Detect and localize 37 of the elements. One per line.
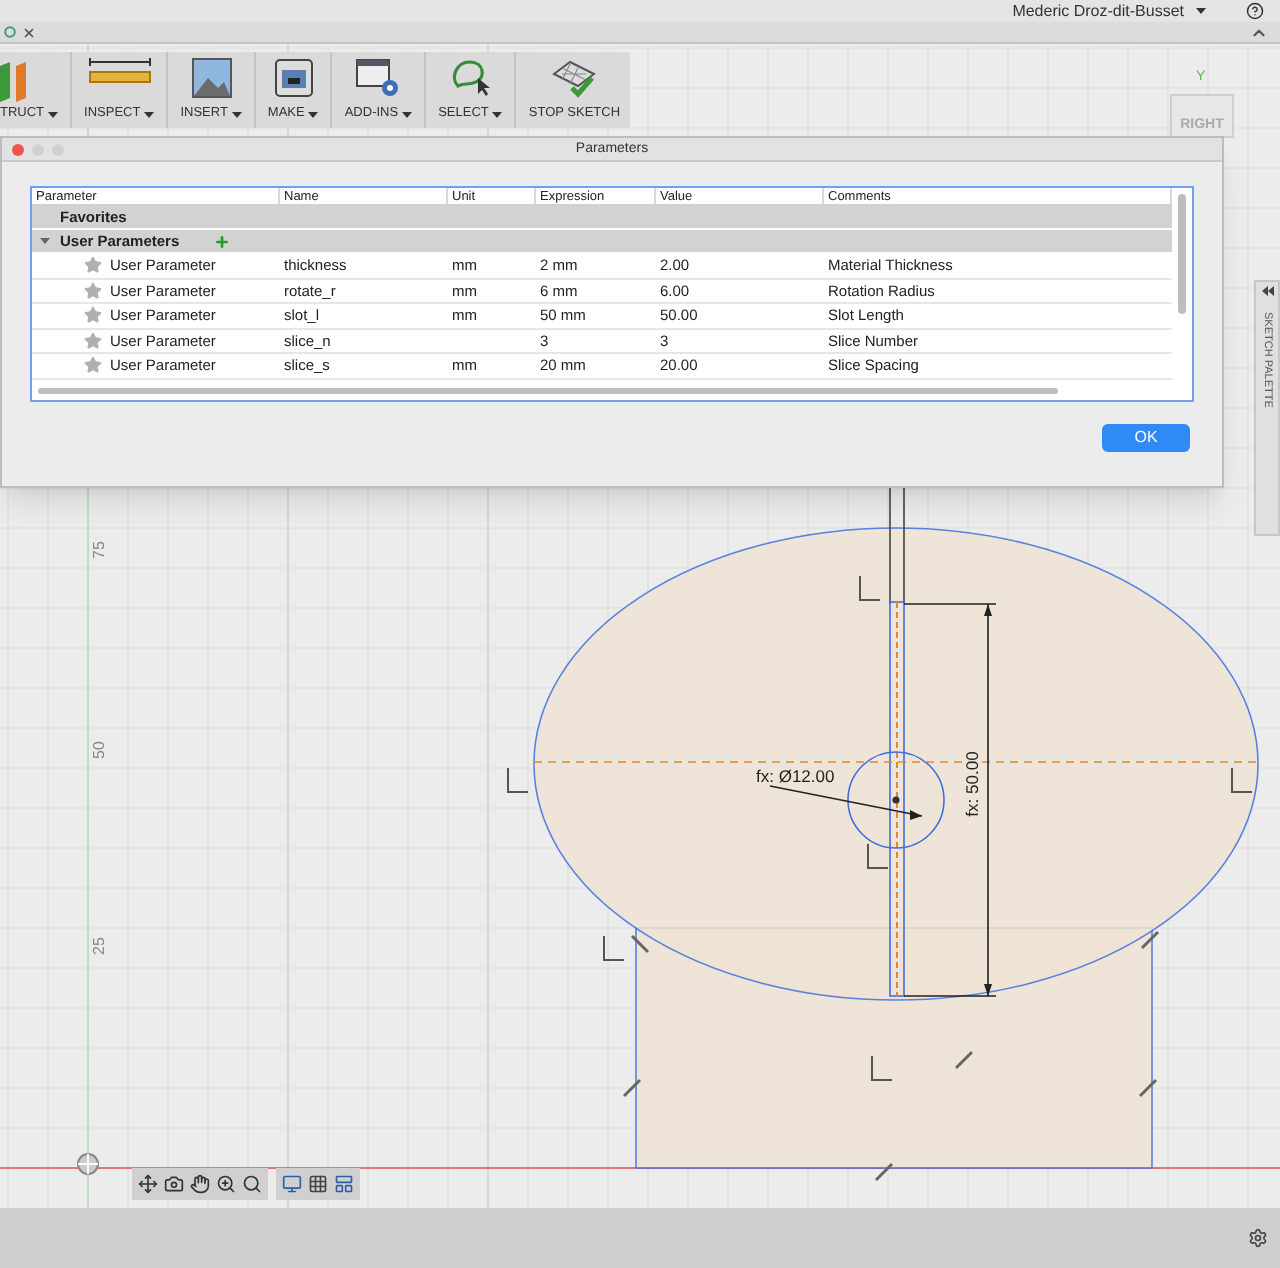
length-dimension: fx: 50.00 — [962, 751, 982, 817]
favorite-star-icon[interactable] — [84, 306, 102, 325]
expand-arrow-icon[interactable] — [40, 236, 50, 246]
window-gear-icon — [356, 58, 401, 98]
caret-icon — [1196, 8, 1206, 14]
origin-icon — [77, 1153, 99, 1175]
lasso-cursor-icon — [450, 58, 491, 98]
favorite-star-icon[interactable] — [84, 331, 102, 350]
grid-icon[interactable] — [308, 1174, 328, 1194]
vertical-scrollbar[interactable] — [1178, 194, 1186, 314]
user-menu[interactable]: Mederic Droz-dit-Busset — [1012, 1, 1184, 21]
favorite-star-icon[interactable] — [84, 356, 102, 375]
viewports-icon[interactable] — [334, 1174, 354, 1194]
display-icon[interactable] — [282, 1174, 302, 1194]
orbit-icon[interactable] — [138, 1174, 158, 1194]
fit-icon[interactable] — [242, 1174, 262, 1194]
horizontal-scrollbar[interactable] — [38, 388, 1058, 394]
printer-icon — [273, 58, 314, 98]
ruler-icon — [87, 58, 152, 86]
help-icon[interactable] — [1246, 2, 1264, 20]
look-at-icon[interactable] — [164, 1174, 184, 1194]
close-icon[interactable] — [22, 25, 36, 39]
add-icon[interactable] — [213, 233, 230, 249]
favorite-star-icon[interactable] — [84, 281, 102, 300]
image-icon — [191, 58, 232, 98]
favorite-star-icon[interactable] — [84, 256, 102, 275]
diameter-dimension: fx: Ø12.00 — [756, 766, 835, 786]
close-icon[interactable] — [12, 144, 24, 156]
settings-icon[interactable] — [1248, 1228, 1268, 1248]
grid-check-icon — [550, 58, 599, 98]
axis-label: 25 — [90, 937, 108, 955]
pan-icon[interactable] — [190, 1174, 210, 1194]
axis-label: 50 — [90, 741, 108, 759]
planes-icon — [0, 58, 28, 102]
axis-label: 75 — [90, 541, 108, 559]
circle-icon — [4, 26, 16, 38]
double-arrow-icon — [1261, 286, 1273, 296]
